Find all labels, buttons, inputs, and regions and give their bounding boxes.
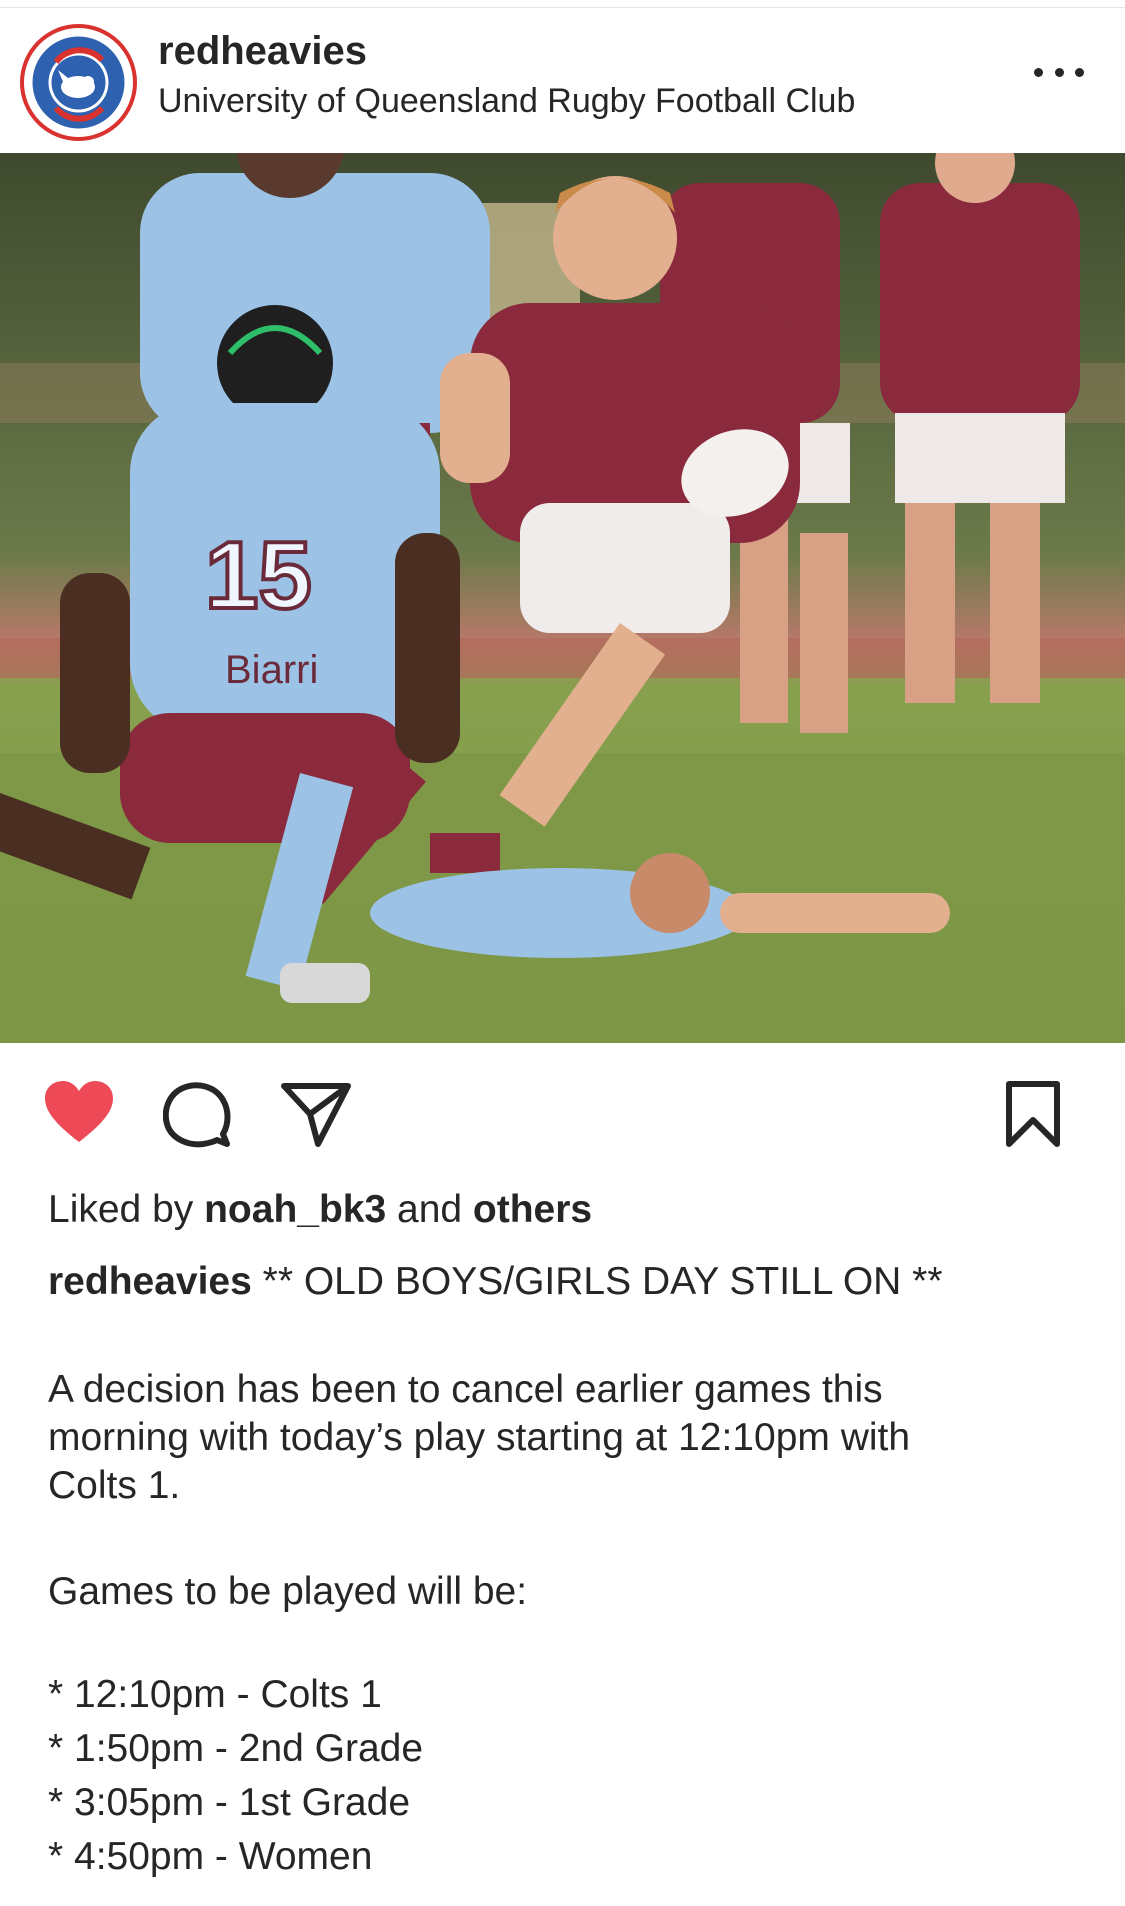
caption-headline-text: ** OLD BOYS/GIRLS DAY STILL ON ** [262,1260,943,1303]
caption-username[interactable]: redheavies [48,1260,252,1303]
likes-summary[interactable]: Liked by noah_bk3 and others [48,1188,592,1232]
games-list-item: * 3:05pm - 1st Grade [48,1781,411,1824]
games-list-item: * 1:50pm - 2nd Grade [48,1727,424,1770]
save-button[interactable] [1005,1080,1061,1148]
likes-prefix: Liked by [48,1188,205,1231]
profile-avatar[interactable] [20,24,137,141]
games-intro: Games to be played will be: [48,1570,528,1613]
caption-headline: redheavies ** OLD BOYS/GIRLS DAY STILL O… [48,1258,1088,1306]
games-list-item: * 12:10pm - Colts 1 [48,1673,382,1716]
caption-line: A decision has been to cancel earlier ga… [48,1368,883,1411]
action-bar [0,1043,1125,1183]
rugby-action-photo: 15 Biarri [0,153,1125,1043]
bookmark-icon [1006,1081,1060,1147]
more-options-button[interactable] [1034,57,1084,87]
liked-by-user[interactable]: noah_bk3 [204,1188,386,1231]
post-photo[interactable]: 15 Biarri [0,153,1125,1043]
share-button[interactable] [280,1080,352,1148]
club-logo-icon [28,32,129,133]
jersey-sponsor-text: Biarri [225,648,318,692]
comment-icon [163,1082,231,1148]
games-list-item: * 4:50pm - Women [48,1835,373,1878]
comment-button[interactable] [163,1080,231,1148]
dot-icon [1054,67,1064,77]
top-divider [0,0,1125,8]
caption-paragraph: A decision has been to cancel earlier ga… [48,1366,1088,1510]
like-button[interactable] [43,1080,115,1144]
post-username[interactable]: redheavies [158,29,367,74]
dot-icon [1075,67,1084,77]
post-location[interactable]: University of Queensland Rugby Football … [158,82,855,121]
likes-others[interactable]: others [473,1188,592,1231]
jersey-number-text: 15 [205,522,312,629]
share-icon [281,1083,351,1147]
caption-line: Colts 1. [48,1464,181,1507]
dot-icon [1034,67,1043,77]
likes-middle: and [386,1188,473,1231]
caption-line: morning with today’s play starting at 12… [48,1416,911,1459]
heart-filled-icon [45,1081,113,1142]
post-header: redheavies University of Queensland Rugb… [0,9,1125,153]
